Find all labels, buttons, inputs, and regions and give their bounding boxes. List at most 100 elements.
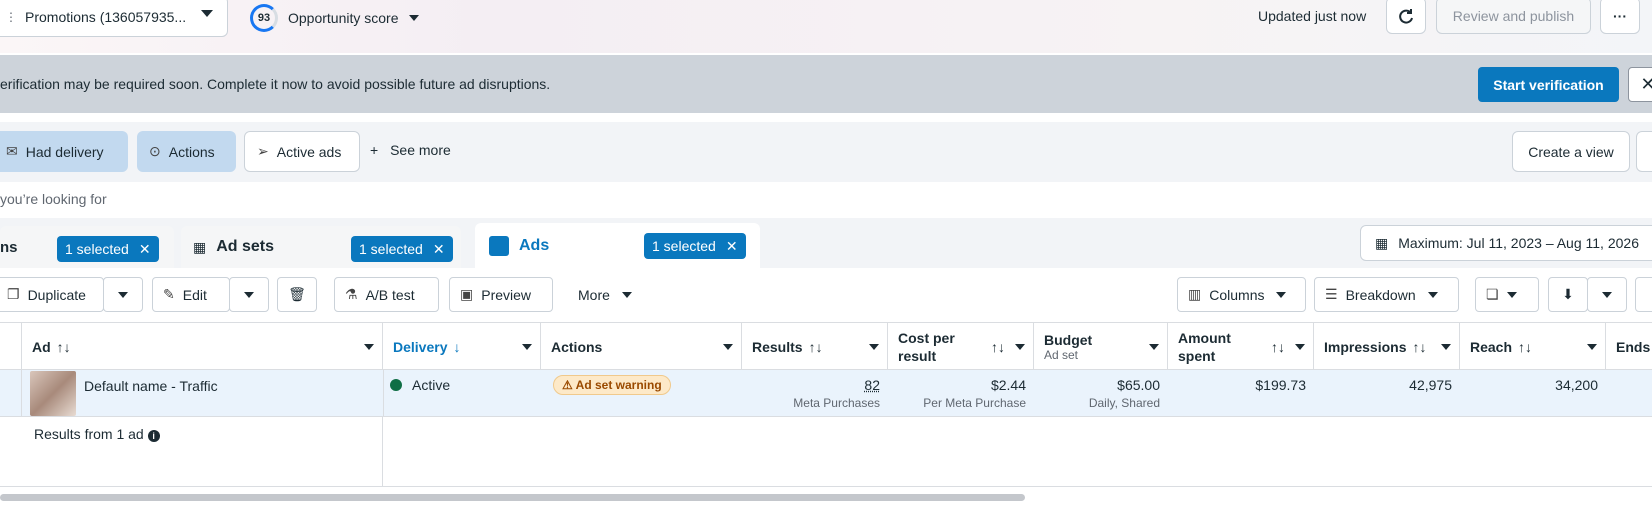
- campaign-dropdown[interactable]: ⋮ Promotions (136057935...: [0, 0, 228, 37]
- budget-sub: Daily, Shared: [1088, 396, 1160, 410]
- columns-button[interactable]: ▥ Columns: [1177, 277, 1306, 312]
- columns-label: Columns: [1209, 286, 1265, 303]
- export-button[interactable]: ⬇: [1548, 277, 1588, 312]
- column-divider: [382, 417, 383, 487]
- ad-thumbnail: [30, 371, 76, 416]
- sort-icon: ↑↓: [1271, 339, 1285, 355]
- opportunity-score[interactable]: 93 Opportunity score: [250, 4, 419, 32]
- campaigns-selected-label: 1 selected: [65, 241, 129, 257]
- info-icon[interactable]: i: [147, 430, 160, 442]
- close-icon[interactable]: ✕: [139, 241, 151, 258]
- edit-dropdown[interactable]: [229, 277, 269, 312]
- start-verification-button[interactable]: Start verification: [1478, 67, 1619, 102]
- column-impressions-label: Impressions: [1324, 339, 1407, 355]
- more-dropdown[interactable]: More: [578, 287, 632, 303]
- export-dropdown[interactable]: [1587, 277, 1627, 312]
- amount-spent-cell: $199.73: [1255, 377, 1306, 393]
- delivery-status: Active: [412, 377, 451, 393]
- review-publish-button[interactable]: Review and publish: [1436, 0, 1591, 34]
- row-checkbox[interactable]: [0, 370, 22, 417]
- close-icon[interactable]: ✕: [726, 238, 738, 255]
- column-results[interactable]: Results ↑↓: [742, 323, 888, 371]
- active-ads-label: Active ads: [276, 143, 342, 160]
- results-sub: Meta Purchases: [793, 396, 880, 410]
- column-cost-per-result[interactable]: Cost per result ↑↓: [888, 323, 1034, 371]
- actions-label: Actions: [168, 143, 215, 160]
- delete-button[interactable]: 🗑: [277, 277, 317, 312]
- summary-text: Results from 1 ad: [34, 426, 144, 442]
- had-delivery-label: Had delivery: [25, 143, 104, 160]
- column-delivery-label: Delivery: [393, 339, 448, 355]
- column-actions[interactable]: Actions: [541, 323, 742, 371]
- column-ad[interactable]: Ad ↑↓: [22, 323, 383, 371]
- column-ends[interactable]: Ends: [1606, 323, 1652, 371]
- preview-button[interactable]: ▣ Preview: [449, 277, 553, 312]
- chevron-down-icon: [1295, 344, 1305, 350]
- column-budget[interactable]: Budget Ad set: [1034, 323, 1168, 371]
- close-icon: ✕: [1640, 74, 1652, 94]
- edge-button[interactable]: [1636, 131, 1652, 172]
- chevron-down-icon: [621, 292, 632, 298]
- more-dots-icon: ···: [1613, 7, 1627, 24]
- send-icon: ➢: [257, 143, 269, 159]
- duplicate-label: Duplicate: [27, 286, 86, 303]
- cost-value: $2.44: [990, 377, 1026, 393]
- reports-button[interactable]: ❏: [1475, 277, 1539, 312]
- select-all-column[interactable]: [0, 323, 22, 371]
- had-delivery-chip[interactable]: ✉ Had delivery: [0, 131, 128, 172]
- verification-banner: erification may be required soon. Comple…: [0, 55, 1652, 113]
- campaign-dropdown-label: Promotions (136057935...: [25, 8, 187, 25]
- tab-ad-sets[interactable]: ▦ Ad sets 1 selected ✕: [181, 226, 461, 268]
- more-options-button[interactable]: ···: [1600, 0, 1640, 34]
- actions-chip[interactable]: ⊙ Actions: [137, 131, 236, 172]
- column-reach-label: Reach: [1470, 339, 1513, 355]
- image-icon: ▣: [460, 286, 474, 302]
- delivery-cell: Active: [383, 370, 541, 417]
- reach-cell: 34,200: [1555, 377, 1598, 393]
- ads-selected-pill[interactable]: 1 selected ✕: [644, 233, 746, 259]
- active-ads-chip[interactable]: ➢ Active ads: [244, 131, 360, 172]
- date-range-picker[interactable]: ▦ Maximum: Jul 11, 2023 – Aug 11, 2026: [1360, 225, 1652, 261]
- chart-button[interactable]: [1635, 277, 1652, 312]
- pencil-icon: ✎: [163, 286, 175, 302]
- tab-ads-label: Ads: [519, 236, 550, 254]
- see-more-button[interactable]: + See more: [370, 142, 451, 158]
- close-banner-button[interactable]: ✕: [1628, 67, 1652, 102]
- arrow-up-circle-icon: ⊙: [149, 143, 161, 159]
- tab-ads[interactable]: Ads 1 selected ✕: [475, 223, 760, 268]
- breakdown-button[interactable]: ☰ Breakdown: [1314, 277, 1459, 312]
- report-icon: ❏: [1486, 286, 1499, 302]
- duplicate-dropdown[interactable]: [103, 277, 143, 312]
- column-impressions[interactable]: Impressions ↑↓: [1314, 323, 1460, 371]
- ab-test-label: A/B test: [365, 286, 415, 303]
- ab-test-button[interactable]: ⚗ A/B test: [334, 277, 439, 312]
- column-reach[interactable]: Reach ↑↓: [1460, 323, 1606, 371]
- impressions-cell: 42,975: [1409, 377, 1452, 393]
- horizontal-scrollbar[interactable]: [0, 494, 1025, 501]
- chevron-down-icon: [723, 344, 733, 350]
- calendar-icon: ▦: [1375, 234, 1389, 251]
- chevron-down-icon: [1506, 291, 1517, 298]
- adsets-selected-pill[interactable]: 1 selected ✕: [351, 236, 453, 262]
- table-row[interactable]: Default name - Traffic Active ⚠ Ad set w…: [0, 370, 1652, 417]
- copy-icon: ❐: [7, 286, 20, 302]
- close-icon[interactable]: ✕: [433, 241, 445, 258]
- refresh-button[interactable]: [1386, 0, 1426, 34]
- warning-badge[interactable]: ⚠ Ad set warning: [553, 375, 671, 395]
- active-status-dot: [390, 379, 402, 391]
- tab-campaigns[interactable]: ns 1 selected ✕: [0, 226, 174, 268]
- summary-row: Results from 1 ad i: [0, 417, 1652, 487]
- column-delivery[interactable]: Delivery ↓: [383, 323, 541, 371]
- column-budget-label: Budget: [1044, 332, 1093, 348]
- edit-button[interactable]: ✎ Edit: [152, 277, 230, 312]
- create-view-button[interactable]: Create a view: [1512, 131, 1630, 172]
- column-actions-label: Actions: [551, 339, 603, 355]
- duplicate-button[interactable]: ❐ Duplicate: [0, 277, 104, 312]
- search-bar[interactable]: you’re looking for: [0, 182, 1652, 218]
- campaigns-selected-pill[interactable]: 1 selected ✕: [57, 236, 159, 262]
- column-amount-spent[interactable]: Amount spent ↑↓: [1168, 323, 1314, 371]
- results-value[interactable]: 82: [864, 377, 880, 393]
- adsets-selected-label: 1 selected: [359, 241, 423, 257]
- download-icon: ⬇: [1562, 286, 1574, 302]
- actions-cell[interactable]: ⚠ Ad set warning: [553, 375, 743, 422]
